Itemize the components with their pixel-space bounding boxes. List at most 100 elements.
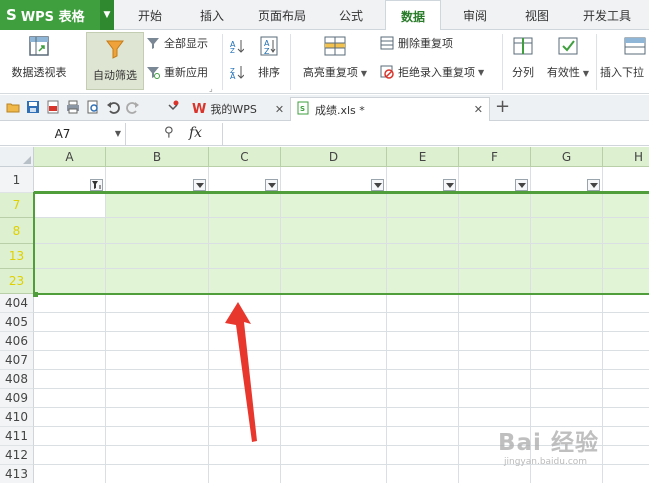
open-folder-icon[interactable] (6, 100, 20, 114)
filter-dropdown-f[interactable] (515, 179, 528, 191)
save-icon[interactable] (26, 100, 40, 114)
spreadsheet-file-icon: S (297, 101, 309, 118)
tab-developer[interactable]: 开发工具 (574, 0, 640, 30)
tab-page-layout[interactable]: 页面布局 (250, 0, 314, 30)
row-header-413[interactable]: 413 (0, 465, 34, 483)
remove-duplicates-label: 删除重复项 (398, 37, 453, 50)
column-header-g[interactable]: G (531, 147, 603, 167)
reject-duplicates-label: 拒绝录入重复项 (398, 66, 475, 79)
sort-icon: AZ (258, 35, 280, 57)
filter-dropdown-b[interactable] (193, 179, 206, 191)
undo-icon[interactable] (106, 100, 120, 114)
insert-dropdown-button[interactable]: 插入下拉 (600, 30, 649, 80)
sort-button[interactable]: AZ 排序 (254, 30, 284, 80)
reapply-button[interactable]: 重新应用 (146, 62, 208, 82)
highlight-duplicates-icon (324, 35, 346, 57)
autofilter-button[interactable]: 自动筛选 (86, 32, 144, 90)
funnel-refresh-icon (146, 65, 160, 79)
app-menu-button[interactable]: S WPS 表格 ▼ (0, 0, 114, 30)
print-preview-icon[interactable] (86, 100, 100, 114)
column-header-e[interactable]: E (387, 147, 459, 167)
row-header-406[interactable]: 406 (0, 332, 34, 351)
tab-review[interactable]: 审阅 (450, 0, 500, 30)
sort-ascending-button[interactable]: AZ (230, 36, 248, 56)
filter-active-button-a[interactable] (90, 179, 103, 191)
row-gridline (34, 312, 649, 313)
pivot-table-button[interactable]: 数据透视表 (6, 30, 72, 80)
name-box[interactable]: A7 ▼ (0, 123, 126, 145)
row-gridline (34, 407, 649, 408)
customize-toolbar-icon[interactable] (166, 99, 180, 113)
doc-tab-scores[interactable]: S 成绩.xls * ✕ (290, 97, 490, 121)
wps-w-icon: W (192, 101, 207, 117)
row-header-409[interactable]: 409 (0, 389, 34, 408)
formula-input[interactable] (222, 123, 649, 145)
ribbon-separator (222, 34, 223, 90)
row-header-404[interactable]: 404 (0, 294, 34, 313)
fill-handle[interactable] (33, 292, 38, 297)
dialog-launcher-icon[interactable]: ⌟ (209, 84, 213, 93)
svg-text:Z: Z (264, 47, 270, 56)
chevron-down-icon: ▼ (582, 69, 590, 78)
validity-text: 有效性 (546, 66, 580, 79)
highlight-duplicates-label: 高亮重复项 ▼ (303, 64, 367, 80)
zoom-search-icon[interactable]: ⚲ (164, 125, 174, 140)
chevron-down-icon[interactable]: ▼ (100, 0, 114, 30)
column-header-f[interactable]: F (459, 147, 531, 167)
tab-insert[interactable]: 插入 (187, 0, 237, 30)
reject-duplicates-button[interactable]: 拒绝录入重复项 ▼ (380, 62, 484, 82)
formula-bar: A7 ▼ ⚲ fx (0, 122, 649, 146)
column-header-b[interactable]: B (106, 147, 209, 167)
highlight-duplicates-button[interactable]: 高亮重复项 ▼ (298, 30, 372, 80)
row-gridline (34, 350, 649, 351)
tab-home[interactable]: 开始 (125, 0, 175, 30)
tab-view[interactable]: 视图 (512, 0, 562, 30)
function-icon[interactable]: fx (189, 125, 202, 141)
name-box-value: A7 (54, 127, 71, 141)
row-header-23[interactable]: 23 (0, 269, 34, 294)
row-header-407[interactable]: 407 (0, 351, 34, 370)
row-header-412[interactable]: 412 (0, 446, 34, 465)
text-to-columns-button[interactable]: 分列 (506, 30, 540, 80)
new-tab-icon[interactable]: + (495, 96, 510, 117)
column-header-c[interactable]: C (209, 147, 281, 167)
filter-dropdown-g[interactable] (587, 179, 600, 191)
print-icon[interactable] (66, 100, 80, 114)
row-header-8[interactable]: 8 (0, 218, 34, 244)
filter-dropdown-d[interactable] (371, 179, 384, 191)
filter-dropdown-e[interactable] (443, 179, 456, 191)
row-header-411[interactable]: 411 (0, 427, 34, 446)
row-header-408[interactable]: 408 (0, 370, 34, 389)
row-header-1[interactable]: 1 (0, 167, 34, 193)
select-all-corner[interactable] (0, 147, 34, 167)
ribbon-data: 数据透视表 自动筛选 全部显示 重新应用 ⌟ AZ ZA AZ 排序 高亮重复项… (0, 30, 649, 94)
column-header-a[interactable]: A (34, 147, 106, 167)
close-icon[interactable]: ✕ (275, 103, 284, 116)
insert-dropdown-icon (624, 35, 646, 57)
funnel-icon (104, 38, 126, 60)
doc-tab-label: 成绩.xls * (315, 103, 365, 117)
row-header-13[interactable]: 13 (0, 244, 34, 269)
remove-duplicates-icon (380, 36, 394, 50)
chevron-down-icon[interactable]: ▼ (115, 129, 121, 138)
sort-descending-button[interactable]: ZA (230, 62, 248, 82)
data-validation-button[interactable]: 有效性 ▼ (544, 30, 592, 80)
remove-duplicates-button[interactable]: 删除重复项 (380, 33, 453, 53)
column-header-h[interactable]: H (603, 147, 649, 167)
column-header-d[interactable]: D (281, 147, 387, 167)
redo-icon[interactable] (126, 100, 140, 114)
pivot-table-label: 数据透视表 (11, 66, 67, 79)
doc-tab-my-wps[interactable]: W 我的WPS ✕ (186, 97, 290, 121)
close-icon[interactable]: ✕ (474, 103, 483, 116)
export-pdf-icon[interactable] (46, 100, 60, 114)
svg-text:S: S (300, 105, 305, 113)
ribbon-separator (290, 34, 291, 90)
row-header-7[interactable]: 7 (0, 193, 34, 218)
tab-formulas[interactable]: 公式 (326, 0, 376, 30)
filter-dropdown-c[interactable] (265, 179, 278, 191)
row-header-405[interactable]: 405 (0, 313, 34, 332)
show-all-button[interactable]: 全部显示 (146, 33, 208, 53)
chevron-down-icon[interactable]: ▼ (478, 68, 484, 77)
tab-data[interactable]: 数据 (385, 0, 441, 31)
row-header-410[interactable]: 410 (0, 408, 34, 427)
